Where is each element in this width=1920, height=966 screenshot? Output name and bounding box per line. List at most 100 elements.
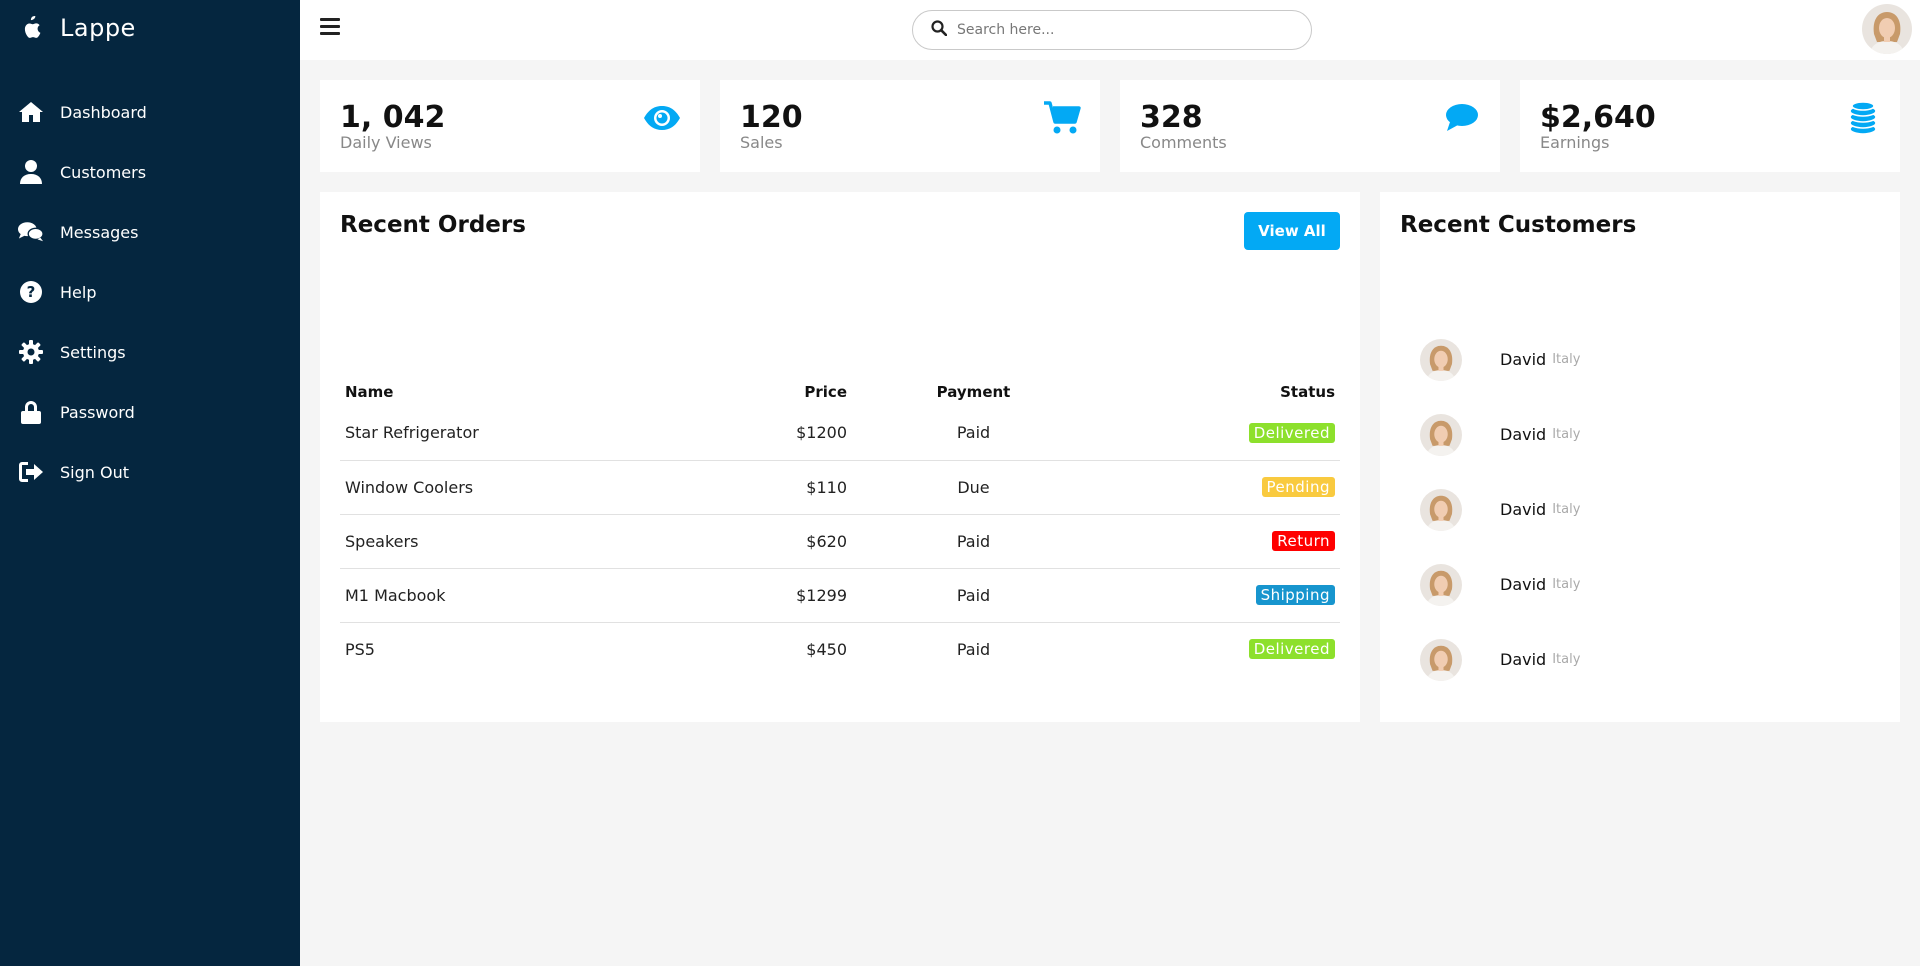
chat-icon: [18, 219, 44, 245]
view-all-button[interactable]: View All: [1244, 212, 1340, 250]
apple-icon: [18, 16, 42, 40]
customer-country: Italy: [1552, 427, 1581, 442]
coins-icon: [1842, 98, 1882, 138]
customer-country: Italy: [1552, 352, 1581, 367]
customer-name: David: [1500, 425, 1547, 444]
order-name: PS5: [345, 639, 375, 659]
recent-orders-title: Recent Orders: [340, 212, 526, 238]
comment-icon: [1442, 98, 1482, 138]
sidebar-item-help[interactable]: ? Help: [0, 262, 300, 322]
sign-out-icon: [18, 459, 44, 485]
card-daily-views[interactable]: 1, 042 Daily Views: [320, 80, 700, 172]
search-input[interactable]: [957, 22, 1277, 38]
menu-toggle-button[interactable]: [320, 18, 340, 38]
sidebar-item-label: Customers: [60, 162, 147, 182]
svg-text:?: ?: [27, 283, 36, 301]
avatar: [1420, 638, 1462, 681]
status-badge: Delivered: [1248, 422, 1335, 443]
customer-country: Italy: [1552, 502, 1581, 517]
card-label: Earnings: [1540, 133, 1610, 152]
customer-name: David: [1500, 575, 1547, 594]
order-price: $1299: [796, 585, 847, 605]
list-item[interactable]: David Italy: [1400, 472, 1580, 547]
brand-title: Lappe: [60, 14, 136, 42]
card-label: Sales: [740, 133, 783, 152]
list-item[interactable]: David Italy: [1400, 622, 1580, 697]
gear-icon: [18, 339, 44, 365]
card-earnings[interactable]: $2,640 Earnings: [1520, 80, 1900, 172]
customer-name: David: [1500, 350, 1547, 369]
list-item[interactable]: David Italy: [1400, 547, 1580, 622]
status-badge: Return: [1272, 531, 1335, 551]
table-row[interactable]: Speakers $620 Paid Return: [340, 514, 1340, 568]
avatar: [1420, 488, 1462, 531]
order-price: $450: [806, 639, 847, 659]
card-label: Daily Views: [340, 133, 432, 152]
order-name: Speakers: [345, 531, 419, 551]
recent-customers-title: Recent Customers: [1400, 212, 1637, 238]
topbar: [300, 0, 1920, 60]
sidebar-item-dashboard[interactable]: Dashboard: [0, 82, 300, 142]
list-item[interactable]: David Italy: [1400, 397, 1580, 472]
column-header-name: Name: [345, 383, 394, 401]
sidebar-item-label: Sign Out: [60, 462, 129, 482]
sidebar-item-sign-out[interactable]: Sign Out: [0, 442, 300, 502]
customer-list: David Italy David Italy David Italy Davi…: [1400, 322, 1580, 697]
search-icon: [931, 20, 948, 40]
card-comments[interactable]: 328 Comments: [1120, 80, 1500, 172]
order-price: $110: [806, 477, 847, 497]
recent-customers-panel: Recent Customers David Italy David Italy…: [1380, 192, 1900, 722]
card-number: 120: [740, 100, 803, 135]
card-label: Comments: [1140, 133, 1227, 152]
list-item[interactable]: David Italy: [1400, 322, 1580, 397]
customer-name: David: [1500, 500, 1547, 519]
order-payment: Paid: [956, 531, 991, 551]
table-row[interactable]: Star Refrigerator $1200 Paid Delivered: [340, 406, 1340, 460]
table-row[interactable]: Window Coolers $110 Due Pending: [340, 460, 1340, 514]
eye-icon: [642, 98, 682, 138]
order-price: $620: [806, 531, 847, 551]
column-header-status: Status: [1280, 383, 1335, 401]
lock-icon: [18, 399, 44, 425]
sidebar-item-customers[interactable]: Customers: [0, 142, 300, 202]
customer-country: Italy: [1552, 652, 1581, 667]
order-price: $1200: [796, 423, 847, 443]
stats-cards: 1, 042 Daily Views 120 Sales 328 Comment…: [320, 80, 1900, 172]
table-row[interactable]: M1 Macbook $1299 Paid Shipping: [340, 568, 1340, 622]
sidebar-nav: Dashboard Customers Messages ? Help Sett…: [0, 82, 300, 502]
hamburger-icon: [320, 18, 340, 21]
search-box[interactable]: [912, 10, 1312, 50]
sidebar-item-settings[interactable]: Settings: [0, 322, 300, 382]
table-header-row: Name Price Payment Status: [340, 378, 1340, 406]
sidebar: Lappe Dashboard Customers Messages ? Hel…: [0, 0, 300, 966]
avatar: [1420, 413, 1462, 456]
recent-orders-panel: Recent Orders View All Name Price Paymen…: [320, 192, 1360, 722]
status-badge: Shipping: [1255, 585, 1335, 605]
order-payment: Paid: [956, 423, 991, 443]
user-avatar[interactable]: [1862, 4, 1912, 54]
order-name: M1 Macbook: [345, 585, 446, 605]
avatar: [1420, 338, 1462, 381]
order-payment: Paid: [956, 585, 991, 605]
order-payment: Paid: [956, 639, 991, 659]
sidebar-item-password[interactable]: Password: [0, 382, 300, 442]
customer-name: David: [1500, 650, 1547, 669]
cart-icon: [1042, 98, 1082, 138]
sidebar-item-messages[interactable]: Messages: [0, 202, 300, 262]
table-row[interactable]: PS5 $450 Paid Delivered: [340, 622, 1340, 676]
sidebar-item-label: Messages: [60, 222, 139, 242]
column-header-payment: Payment: [936, 383, 1011, 401]
order-name: Window Coolers: [345, 477, 474, 497]
customer-country: Italy: [1552, 577, 1581, 592]
card-number: 328: [1140, 100, 1203, 135]
brand[interactable]: Lappe: [0, 0, 300, 56]
sidebar-item-label: Dashboard: [60, 102, 147, 122]
card-number: $2,640: [1540, 100, 1656, 135]
column-header-price: Price: [804, 383, 847, 401]
order-payment: Due: [957, 477, 990, 497]
home-icon: [18, 99, 44, 125]
card-sales[interactable]: 120 Sales: [720, 80, 1100, 172]
sidebar-item-label: Password: [60, 402, 135, 422]
card-number: 1, 042: [340, 100, 446, 135]
sidebar-item-label: Help: [60, 282, 97, 302]
